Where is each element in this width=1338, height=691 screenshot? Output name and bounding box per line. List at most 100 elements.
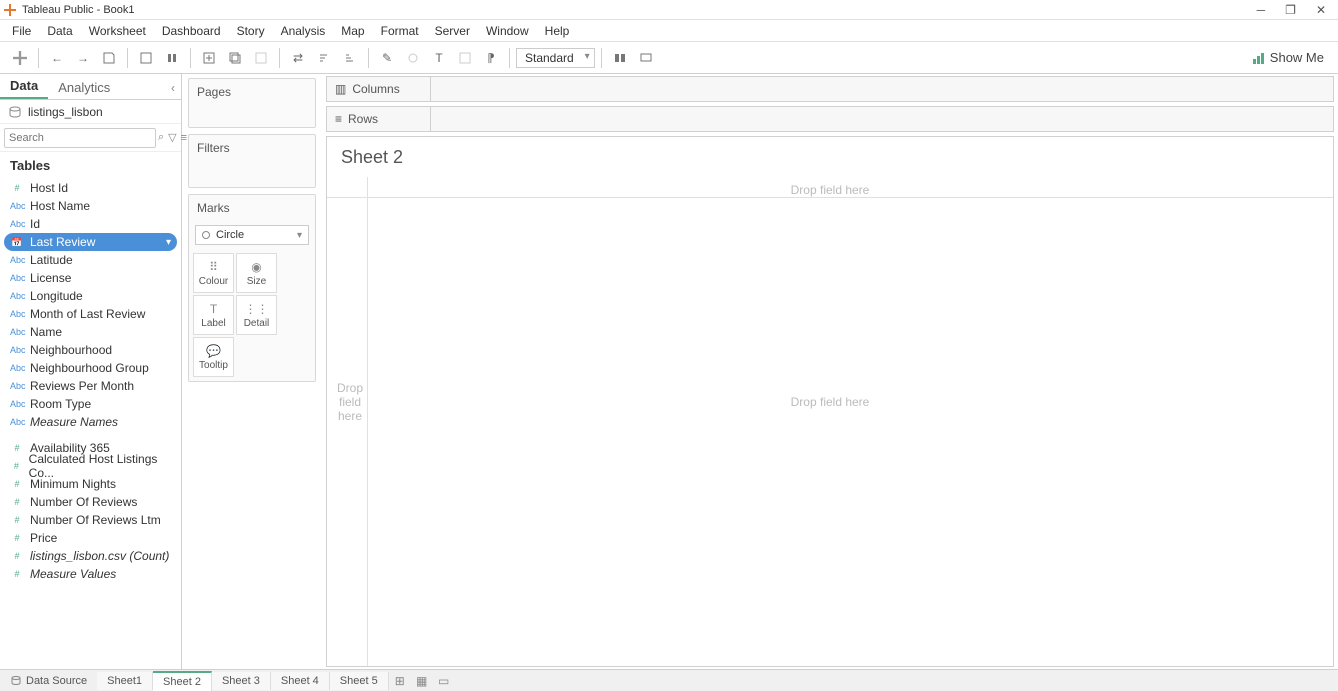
colour-button[interactable]: ⠿Colour bbox=[193, 253, 234, 293]
sort-desc-button[interactable] bbox=[338, 46, 362, 70]
fit-dropdown[interactable]: Standard bbox=[516, 48, 595, 68]
field-reviews-per-month[interactable]: AbcReviews Per Month bbox=[0, 377, 181, 395]
pause-auto-updates-button[interactable] bbox=[160, 46, 184, 70]
data-source-tab[interactable]: Data Source bbox=[0, 672, 97, 690]
field-room-type[interactable]: AbcRoom Type bbox=[0, 395, 181, 413]
close-button[interactable]: ✕ bbox=[1316, 3, 1326, 17]
columns-shelf[interactable]: ▥Columns bbox=[326, 76, 1334, 102]
sheet-tab-4[interactable]: Sheet 4 bbox=[271, 672, 330, 690]
field-number-of-reviews[interactable]: #Number Of Reviews bbox=[0, 493, 181, 511]
sheet-title[interactable]: Sheet 2 bbox=[327, 137, 1333, 178]
minimize-button[interactable]: ─ bbox=[1257, 3, 1266, 17]
presentation-mode-button[interactable] bbox=[634, 46, 658, 70]
tab-analytics[interactable]: Analytics bbox=[48, 76, 120, 99]
new-worksheet-button[interactable] bbox=[197, 46, 221, 70]
columns-drop-zone[interactable] bbox=[431, 77, 1333, 101]
field-neighbourhood[interactable]: AbcNeighbourhood bbox=[0, 341, 181, 359]
chevron-down-icon: ▾ bbox=[297, 230, 302, 241]
fix-axes-button[interactable] bbox=[453, 46, 477, 70]
filters-card[interactable]: Filters bbox=[188, 134, 316, 188]
field-id[interactable]: AbcId bbox=[0, 215, 181, 233]
number-icon: # bbox=[10, 569, 24, 579]
group-button[interactable] bbox=[401, 46, 425, 70]
field-longitude[interactable]: AbcLongitude bbox=[0, 287, 181, 305]
sort-asc-button[interactable] bbox=[312, 46, 336, 70]
field-name[interactable]: AbcName bbox=[0, 323, 181, 341]
menu-map[interactable]: Map bbox=[335, 22, 370, 40]
tab-data[interactable]: Data bbox=[0, 74, 48, 99]
tooltip-button[interactable]: 💬Tooltip bbox=[193, 337, 234, 377]
menu-help[interactable]: Help bbox=[539, 22, 576, 40]
new-dashboard-tab-button[interactable]: ▦ bbox=[411, 674, 433, 688]
grid-line bbox=[327, 197, 1333, 198]
show-hide-cards-button[interactable] bbox=[608, 46, 632, 70]
undo-button[interactable]: ← bbox=[45, 46, 69, 70]
menu-file[interactable]: File bbox=[6, 22, 37, 40]
menu-bar: File Data Worksheet Dashboard Story Anal… bbox=[0, 20, 1338, 42]
menu-data[interactable]: Data bbox=[41, 22, 78, 40]
field-host-id[interactable]: #Host Id bbox=[0, 179, 181, 197]
field-measure-values[interactable]: #Measure Values bbox=[0, 565, 181, 583]
new-data-button[interactable] bbox=[134, 46, 158, 70]
field-number-of-reviews-ltm[interactable]: #Number Of Reviews Ltm bbox=[0, 511, 181, 529]
menu-dashboard[interactable]: Dashboard bbox=[156, 22, 227, 40]
save-button[interactable] bbox=[97, 46, 121, 70]
data-source-row[interactable]: listings_lisbon bbox=[0, 100, 181, 124]
search-input[interactable] bbox=[4, 128, 156, 148]
tableau-logo-icon[interactable] bbox=[8, 46, 32, 70]
chevron-down-icon[interactable]: ▾ bbox=[166, 237, 171, 248]
menu-worksheet[interactable]: Worksheet bbox=[83, 22, 152, 40]
separator bbox=[38, 48, 39, 68]
label-icon: T bbox=[210, 302, 217, 316]
clear-button[interactable] bbox=[249, 46, 273, 70]
highlight-button[interactable]: ✎ bbox=[375, 46, 399, 70]
rows-shelf[interactable]: ≡Rows bbox=[326, 106, 1334, 132]
swap-button[interactable]: ⇄ bbox=[286, 46, 310, 70]
field-neighbourhood-group[interactable]: AbcNeighbourhood Group bbox=[0, 359, 181, 377]
duplicate-button[interactable] bbox=[223, 46, 247, 70]
mark-type-dropdown[interactable]: Circle ▾ bbox=[195, 225, 309, 245]
menu-format[interactable]: Format bbox=[375, 22, 425, 40]
menu-story[interactable]: Story bbox=[231, 22, 271, 40]
cards-pane: Pages Filters Marks Circle ▾ ⠿Colour ◉Si… bbox=[182, 74, 322, 669]
field-price[interactable]: #Price bbox=[0, 529, 181, 547]
field-license[interactable]: AbcLicense bbox=[0, 269, 181, 287]
show-labels-button[interactable]: T bbox=[427, 46, 451, 70]
field-host-name[interactable]: AbcHost Name bbox=[0, 197, 181, 215]
field-last-review[interactable]: 📅Last Review▾ bbox=[4, 233, 177, 251]
detail-button[interactable]: ⋮⋮Detail bbox=[236, 295, 277, 335]
field-measure-names[interactable]: AbcMeasure Names bbox=[0, 413, 181, 431]
toolbar: ← → ⇄ ✎ T ⁋ Standard Show Me bbox=[0, 42, 1338, 74]
new-worksheet-tab-button[interactable]: ⊞ bbox=[389, 674, 411, 688]
redo-button[interactable]: → bbox=[71, 46, 95, 70]
drop-main-hint: Drop field here bbox=[791, 395, 870, 409]
filter-icon[interactable]: ▽ bbox=[166, 131, 178, 144]
menu-window[interactable]: Window bbox=[480, 22, 535, 40]
rows-drop-zone[interactable] bbox=[431, 107, 1333, 131]
size-button[interactable]: ◉Size bbox=[236, 253, 277, 293]
search-icon[interactable]: ⌕ bbox=[156, 131, 166, 144]
data-source-name: listings_lisbon bbox=[28, 105, 103, 119]
field-month-of-last-review[interactable]: AbcMonth of Last Review bbox=[0, 305, 181, 323]
sheet-canvas[interactable]: Sheet 2 Drop field here Drop field here … bbox=[326, 136, 1334, 667]
field-latitude[interactable]: AbcLatitude bbox=[0, 251, 181, 269]
menu-analysis[interactable]: Analysis bbox=[275, 22, 332, 40]
label-button[interactable]: TLabel bbox=[193, 295, 234, 335]
collapse-pane-button[interactable]: ‹ bbox=[165, 77, 181, 99]
number-icon: # bbox=[10, 497, 24, 507]
pages-card[interactable]: Pages bbox=[188, 78, 316, 128]
number-icon: # bbox=[10, 551, 24, 561]
text-icon: Abc bbox=[10, 399, 24, 409]
sheet-tab-3[interactable]: Sheet 3 bbox=[212, 672, 271, 690]
field-calculated-host-listings[interactable]: #Calculated Host Listings Co... bbox=[0, 457, 181, 475]
format-button[interactable]: ⁋ bbox=[479, 46, 503, 70]
text-icon: Abc bbox=[10, 381, 24, 391]
sheet-tab-5[interactable]: Sheet 5 bbox=[330, 672, 389, 690]
show-me-button[interactable]: Show Me bbox=[1246, 48, 1330, 67]
maximize-button[interactable]: ❐ bbox=[1285, 3, 1296, 17]
field-count[interactable]: #listings_lisbon.csv (Count) bbox=[0, 547, 181, 565]
menu-server[interactable]: Server bbox=[429, 22, 476, 40]
new-story-tab-button[interactable]: ▭ bbox=[433, 674, 455, 688]
text-icon: Abc bbox=[10, 363, 24, 373]
sheet-tab-1[interactable]: Sheet1 bbox=[97, 672, 153, 690]
